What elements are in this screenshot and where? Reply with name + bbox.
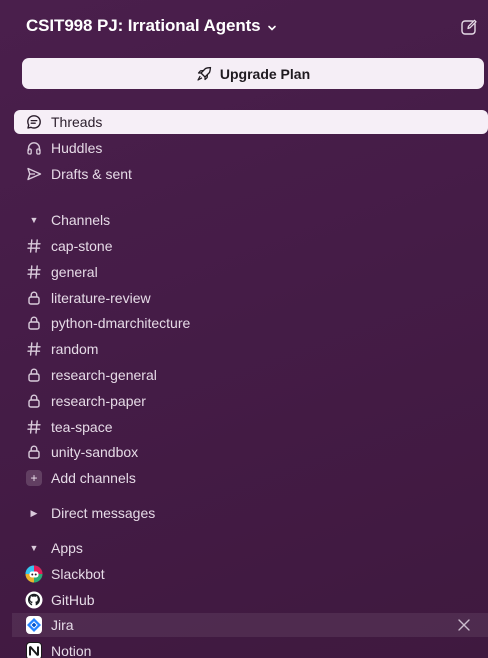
sidebar-item-label: Threads — [51, 114, 103, 130]
app-item-github[interactable]: GitHub — [14, 588, 488, 612]
threads-icon — [26, 114, 42, 130]
sidebar-item-label: Jira — [51, 617, 74, 633]
hash-icon — [26, 264, 42, 280]
notion-icon — [26, 642, 42, 658]
hash-icon — [26, 419, 42, 435]
sidebar-item-channel-python-dmarchitecture[interactable]: python-dmarchitecture — [14, 311, 488, 335]
sidebar-item-channel-unity-sandbox[interactable]: unity-sandbox — [14, 440, 488, 464]
lock-icon — [26, 315, 42, 331]
sidebar-item-label: GitHub — [51, 592, 95, 608]
lock-icon — [26, 444, 42, 460]
compose-icon[interactable] — [460, 18, 478, 36]
sidebar-item-label: Add channels — [51, 470, 136, 486]
apps-section-header[interactable]: ▼ Apps — [14, 536, 488, 560]
close-icon[interactable] — [456, 617, 472, 633]
caret-down-icon[interactable]: ▼ — [26, 212, 42, 228]
section-label: Apps — [51, 540, 83, 556]
jira-icon — [26, 616, 42, 634]
caret-down-icon[interactable]: ▼ — [26, 540, 42, 556]
send-icon — [26, 166, 42, 182]
sidebar-item-threads[interactable]: Threads — [14, 110, 488, 134]
sidebar-item-channel-literature-review[interactable]: literature-review — [14, 286, 488, 310]
hash-icon — [26, 238, 42, 254]
hash-icon — [26, 341, 42, 357]
caret-right-icon[interactable]: ▶ — [26, 505, 42, 521]
chevron-down-icon[interactable] — [267, 20, 277, 31]
sidebar-item-channel-research-paper[interactable]: research-paper — [14, 389, 488, 413]
sidebar-item-label: Huddles — [51, 140, 103, 156]
sidebar-item-label: research-paper — [51, 393, 146, 409]
sidebar-item-label: tea-space — [51, 419, 113, 435]
lock-icon — [26, 290, 42, 306]
headphones-icon — [26, 140, 42, 156]
sidebar-item-label: literature-review — [51, 290, 151, 306]
sidebar-item-label: general — [51, 264, 98, 280]
sidebar-item-channel-general[interactable]: general — [14, 260, 488, 284]
sidebar-item-channel-cap-stone[interactable]: cap-stone — [14, 234, 488, 258]
upgrade-plan-button[interactable]: Upgrade Plan — [22, 58, 484, 89]
sidebar-item-label: unity-sandbox — [51, 444, 139, 460]
sidebar-item-label: Drafts & sent — [51, 166, 132, 182]
sidebar-item-label: Notion — [51, 643, 92, 658]
sidebar-item-label: cap-stone — [51, 238, 113, 254]
section-label: Direct messages — [51, 505, 156, 521]
workspace-header[interactable]: CSIT998 PJ: Irrational Agents — [0, 0, 488, 52]
sidebar-item-channel-random[interactable]: random — [14, 337, 488, 361]
add-channels-button[interactable]: + Add channels — [14, 466, 488, 490]
upgrade-label: Upgrade Plan — [219, 65, 311, 82]
sidebar-item-label: Slackbot — [51, 566, 105, 582]
sidebar-item-label: random — [51, 341, 99, 357]
sidebar-item-channel-tea-space[interactable]: tea-space — [14, 415, 488, 439]
sidebar-item-label: python-dmarchitecture — [51, 315, 191, 331]
app-item-slackbot[interactable]: Slackbot — [14, 562, 488, 586]
sidebar-item-drafts[interactable]: Drafts & sent — [14, 162, 488, 186]
sidebar-item-label: research-general — [51, 367, 157, 383]
dms-section-header[interactable]: ▶ Direct messages — [14, 501, 488, 525]
section-label: Channels — [51, 212, 111, 228]
rocket-icon — [197, 66, 212, 81]
channels-section-header[interactable]: ▼ Channels — [14, 208, 488, 232]
app-item-notion[interactable]: Notion — [14, 639, 488, 658]
github-icon — [25, 591, 43, 609]
plus-icon: + — [26, 470, 42, 486]
app-item-jira[interactable]: Jira — [12, 613, 488, 637]
sidebar-item-channel-research-general[interactable]: research-general — [14, 363, 488, 387]
lock-icon — [26, 367, 42, 383]
lock-icon — [26, 393, 42, 409]
sidebar-item-huddles[interactable]: Huddles — [14, 136, 488, 160]
slackbot-icon — [25, 565, 43, 583]
workspace-name[interactable]: CSIT998 PJ: Irrational Agents — [26, 16, 261, 36]
